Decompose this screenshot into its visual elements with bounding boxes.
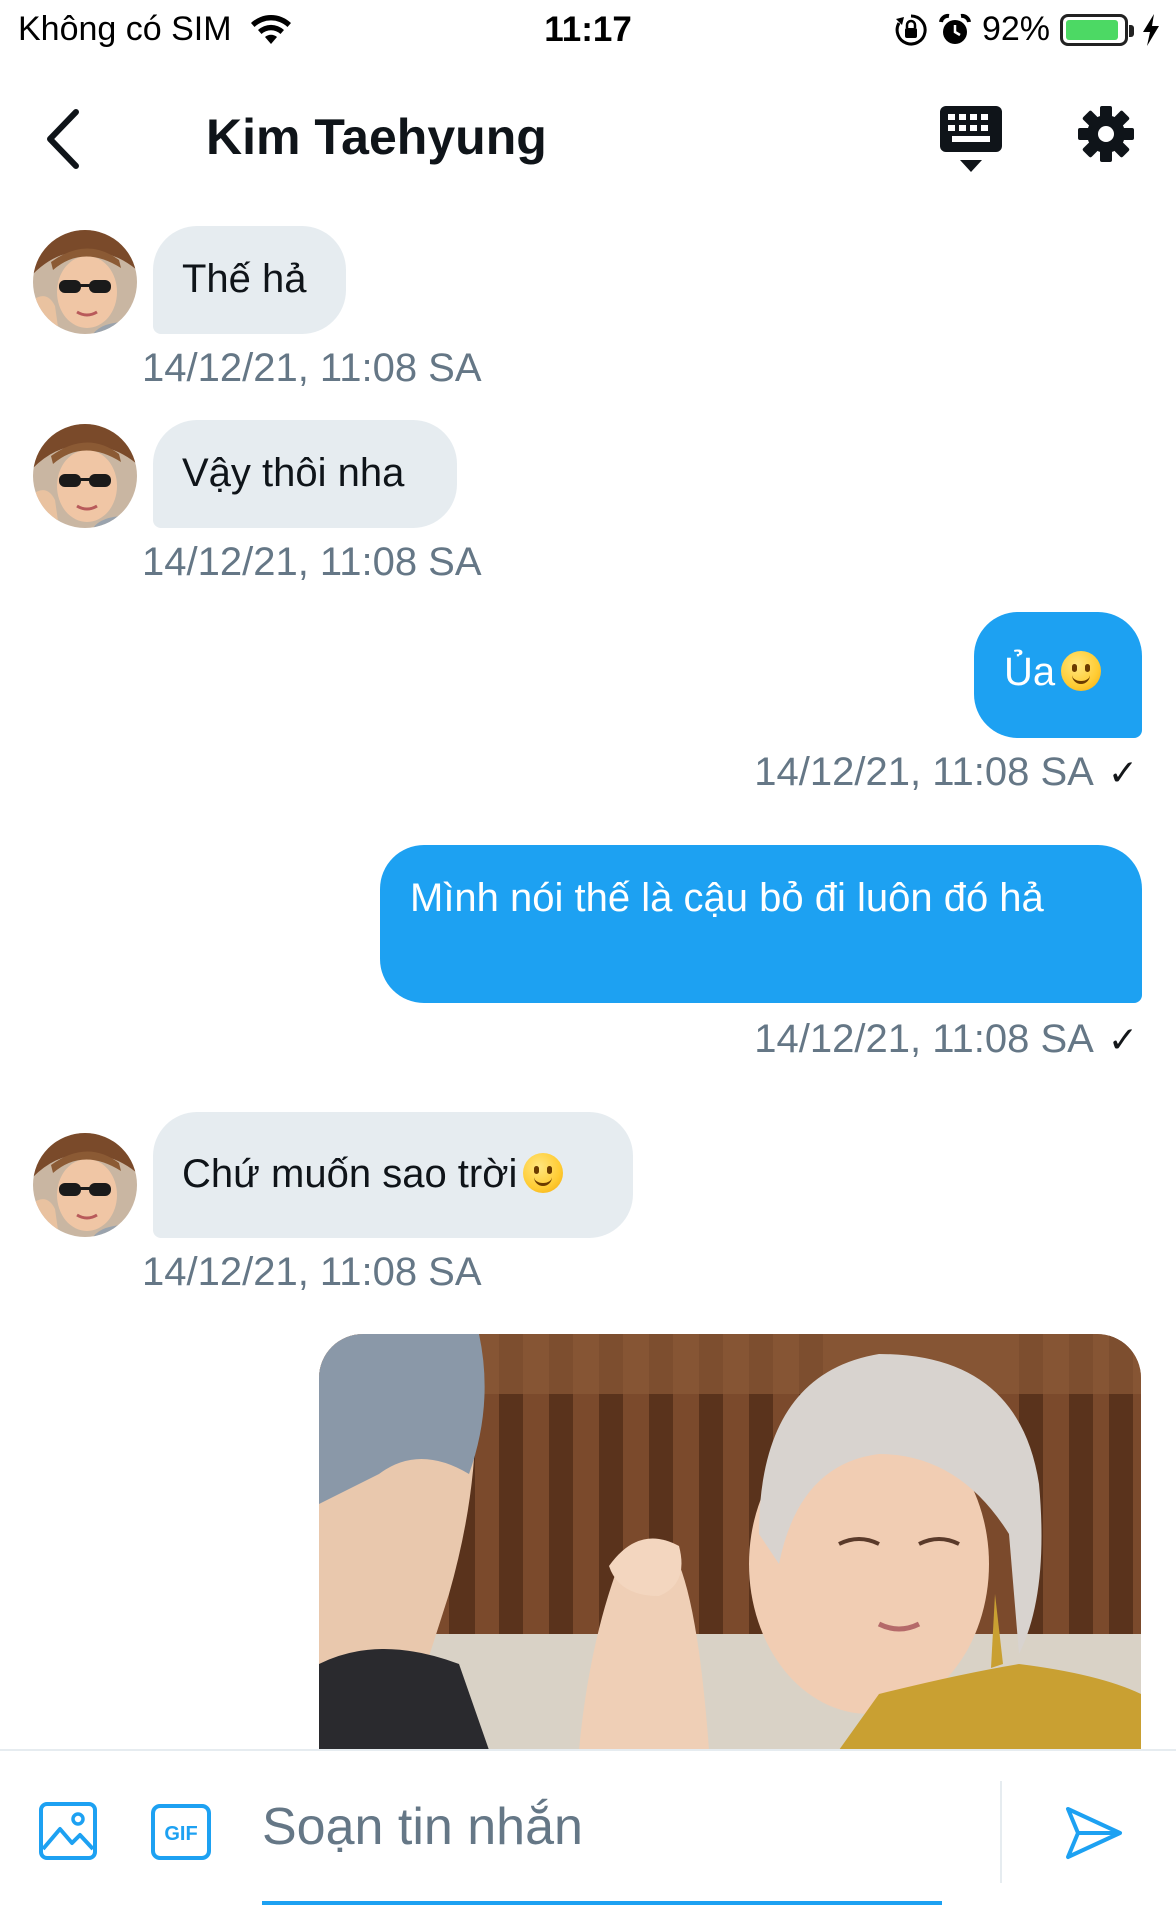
message-text: Chứ muốn sao trời xyxy=(182,1152,518,1196)
message-image[interactable] xyxy=(319,1334,1141,1750)
conversation-title[interactable]: Kim Taehyung xyxy=(206,108,547,166)
delivered-check-icon: ✓ xyxy=(1107,752,1138,793)
contact-avatar[interactable] xyxy=(33,1133,137,1237)
back-chevron-icon[interactable] xyxy=(36,104,96,174)
slightly-smiling-face-icon xyxy=(523,1153,564,1193)
message-text: Thế hả xyxy=(182,257,307,301)
message-timestamp: 14/12/21, 11:08 SA xyxy=(142,1250,482,1294)
delivered-check-icon: ✓ xyxy=(1107,1019,1138,1060)
message-bubble-incoming[interactable]: Vậy thôi nha xyxy=(153,420,457,528)
charging-icon xyxy=(1143,13,1159,46)
message-timestamp: 14/12/21, 11:08 SA xyxy=(142,346,482,390)
message-timestamp: 14/12/21, 11:08 SA xyxy=(754,1017,1094,1061)
send-icon[interactable] xyxy=(1064,1803,1124,1863)
keyboard-icon[interactable] xyxy=(938,102,1004,176)
contact-avatar[interactable] xyxy=(33,424,137,528)
message-timestamp-row: 14/12/21, 11:08 SA ✓ xyxy=(600,750,1138,795)
conversation-header: Kim Taehyung xyxy=(0,76,1176,200)
battery-level xyxy=(1066,19,1118,40)
message-text: Mình nói thế là cậu bỏ đi luôn đó hả xyxy=(410,876,1044,920)
message-bubble-incoming[interactable]: Chứ muốn sao trời xyxy=(153,1112,633,1238)
alarm-icon xyxy=(938,13,971,44)
message-timestamp: 14/12/21, 11:08 SA xyxy=(142,540,482,584)
message-text: Vậy thôi nha xyxy=(182,451,405,495)
contact-avatar[interactable] xyxy=(33,230,137,334)
battery-percent: 92% xyxy=(981,10,1050,48)
message-input[interactable] xyxy=(262,1795,942,1859)
gif-label: GIF xyxy=(164,1823,197,1845)
image-icon[interactable] xyxy=(38,1801,98,1861)
battery-icon xyxy=(1060,13,1134,46)
photo-image xyxy=(319,1334,1141,1750)
slightly-smiling-face-icon xyxy=(1061,651,1102,691)
message-text: Ủa xyxy=(1004,650,1056,694)
message-timestamp: 14/12/21, 11:08 SA xyxy=(754,750,1094,794)
orientation-lock-icon xyxy=(895,13,927,45)
message-timestamp-row: 14/12/21, 11:08 SA ✓ xyxy=(600,1017,1138,1062)
composer-bar: GIF xyxy=(0,1749,1176,1920)
status-bar: Không có SIM 11:17 92% xyxy=(0,0,1176,60)
gear-icon[interactable] xyxy=(1076,104,1136,164)
message-bubble-incoming[interactable]: Thế hả xyxy=(153,226,346,334)
status-right: 92% xyxy=(894,10,1162,49)
composer-divider xyxy=(1000,1781,1002,1883)
gif-icon[interactable]: GIF xyxy=(150,1803,212,1861)
message-bubble-outgoing[interactable]: Ủa xyxy=(974,612,1142,738)
input-underline xyxy=(262,1901,942,1905)
message-bubble-outgoing[interactable]: Mình nói thế là cậu bỏ đi luôn đó hả xyxy=(380,845,1142,1003)
